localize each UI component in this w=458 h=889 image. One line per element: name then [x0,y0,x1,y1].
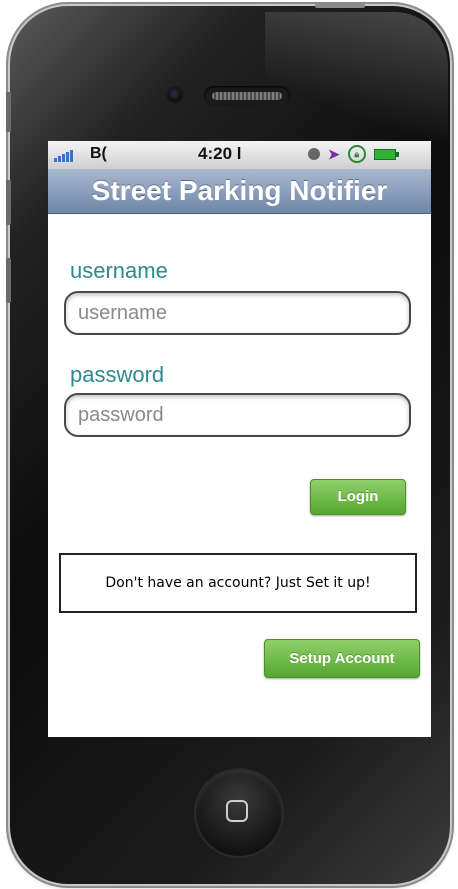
alarm-icon [308,148,320,160]
signal-icon [54,150,73,162]
navigation-bar: Street Parking Notifier [48,169,431,214]
password-label: password [70,362,165,387]
home-button[interactable] [196,770,282,856]
earpiece-speaker [204,86,290,106]
location-arrow-icon: ➤ [328,145,340,162]
phone-screen: B( 4:20 l ➤ 🔒︎ Street Parking Notifier u… [48,141,431,737]
username-input[interactable] [64,291,411,335]
battery-icon [373,148,399,160]
status-icons: ➤ 🔒︎ [308,145,399,163]
status-bar: B( 4:20 l ➤ 🔒︎ [48,141,431,169]
page-title: Street Parking Notifier [91,175,388,206]
volume-up-button[interactable] [6,180,11,225]
setup-account-button[interactable]: Setup Account [264,639,420,678]
mute-switch[interactable] [6,92,11,132]
clock: 4:20 l [198,144,242,163]
username-label: username [70,258,168,283]
front-camera-icon [168,88,182,102]
home-square-icon [226,800,248,822]
phone-reflection [265,12,448,142]
signup-prompt: Don't have an account? Just Set it up! [59,553,417,613]
rotation-lock-icon: 🔒︎ [347,145,366,163]
password-input[interactable] [64,393,411,437]
volume-down-button[interactable] [6,258,11,303]
login-button[interactable]: Login [310,479,406,515]
power-button[interactable] [315,3,365,8]
carrier-name: B( [90,145,107,162]
